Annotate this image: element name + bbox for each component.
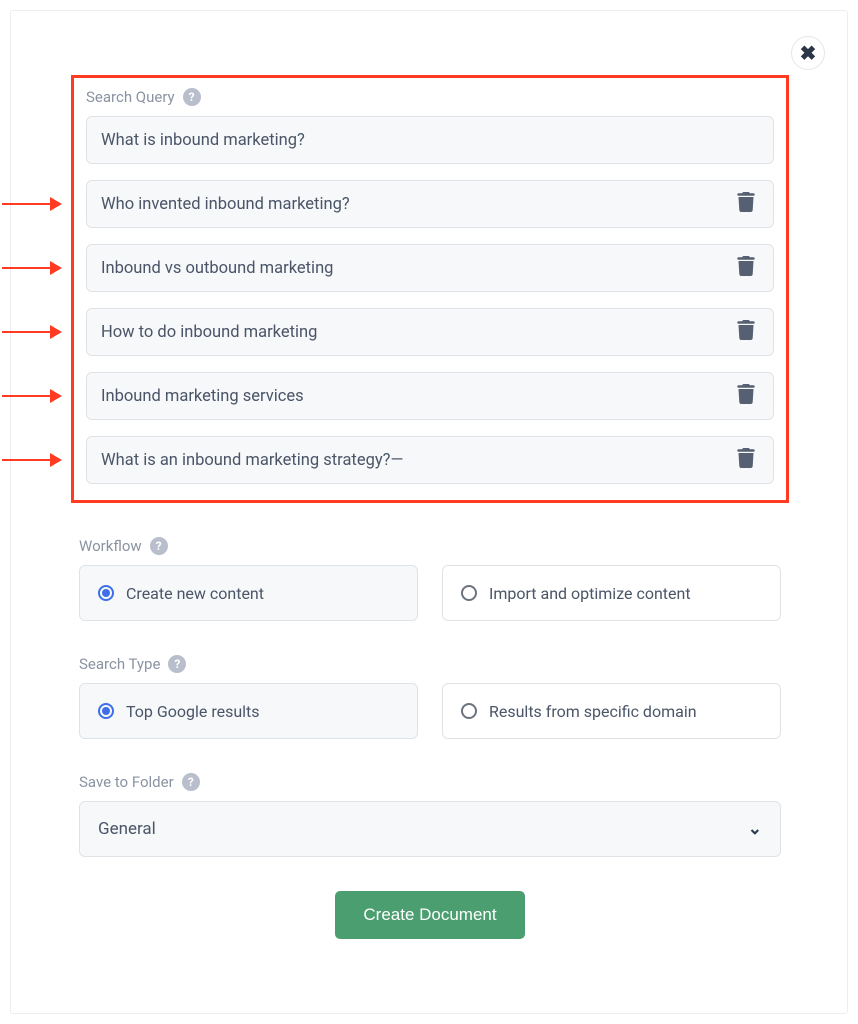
trash-icon[interactable] <box>733 188 759 221</box>
search-type-option-label: Results from specific domain <box>489 702 697 721</box>
search-query-text: Inbound marketing services <box>101 387 733 406</box>
trash-icon[interactable] <box>733 444 759 477</box>
modal-content: Search Query ? What is inbound marketing… <box>79 81 781 939</box>
workflow-option[interactable]: Import and optimize content <box>442 565 781 621</box>
search-query-text: How to do inbound marketing <box>101 323 733 342</box>
help-icon[interactable]: ? <box>183 88 201 106</box>
radio-icon <box>98 585 114 601</box>
search-query-text: Who invented inbound marketing? <box>101 195 733 214</box>
search-query-text: What is an inbound marketing strategy?— <box>101 451 733 470</box>
workflow-option[interactable]: Create new content <box>79 565 418 621</box>
trash-icon[interactable] <box>733 252 759 285</box>
trash-icon[interactable] <box>733 380 759 413</box>
folder-select[interactable]: General ⌄ <box>79 801 781 857</box>
search-query-text: What is inbound marketing? <box>101 131 759 150</box>
search-type-label-text: Search Type <box>79 655 160 673</box>
search-type-option-label: Top Google results <box>126 702 260 721</box>
search-type-option[interactable]: Top Google results <box>79 683 418 739</box>
search-query-label: Search Query ? <box>86 88 774 106</box>
help-icon[interactable]: ? <box>182 773 200 791</box>
modal-panel: ✖ Search Query ? What is inbound marketi… <box>10 10 848 1014</box>
search-query-text: Inbound vs outbound marketing <box>101 259 733 278</box>
search-query-highlight-box: Search Query ? What is inbound marketing… <box>71 75 789 503</box>
workflow-section: Workflow ? Create new content Import and … <box>79 537 781 621</box>
search-query-input[interactable]: Inbound marketing services <box>86 372 774 420</box>
search-query-input[interactable]: How to do inbound marketing <box>86 308 774 356</box>
chevron-down-icon: ⌄ <box>748 819 762 839</box>
radio-icon <box>98 703 114 719</box>
help-icon[interactable]: ? <box>150 537 168 555</box>
radio-icon <box>461 703 477 719</box>
search-query-input[interactable]: What is inbound marketing? <box>86 116 774 164</box>
search-type-option[interactable]: Results from specific domain <box>442 683 781 739</box>
trash-icon[interactable] <box>733 316 759 349</box>
folder-selected-value: General <box>98 819 156 839</box>
save-to-folder-section: Save to Folder ? General ⌄ <box>79 773 781 857</box>
save-to-folder-label-text: Save to Folder <box>79 773 174 791</box>
workflow-label-text: Workflow <box>79 537 142 555</box>
close-button[interactable]: ✖ <box>791 36 825 70</box>
help-icon[interactable]: ? <box>168 655 186 673</box>
search-query-input[interactable]: What is an inbound marketing strategy?— <box>86 436 774 484</box>
create-document-button[interactable]: Create Document <box>335 891 524 939</box>
workflow-label: Workflow ? <box>79 537 781 555</box>
search-type-label: Search Type ? <box>79 655 781 673</box>
workflow-option-label: Create new content <box>126 584 264 603</box>
search-type-section: Search Type ? Top Google results Results … <box>79 655 781 739</box>
search-query-input[interactable]: Who invented inbound marketing? <box>86 180 774 228</box>
workflow-option-label: Import and optimize content <box>489 584 691 603</box>
search-query-input[interactable]: Inbound vs outbound marketing <box>86 244 774 292</box>
search-query-label-text: Search Query <box>86 88 175 106</box>
save-to-folder-label: Save to Folder ? <box>79 773 781 791</box>
radio-icon <box>461 585 477 601</box>
close-icon: ✖ <box>800 41 817 65</box>
